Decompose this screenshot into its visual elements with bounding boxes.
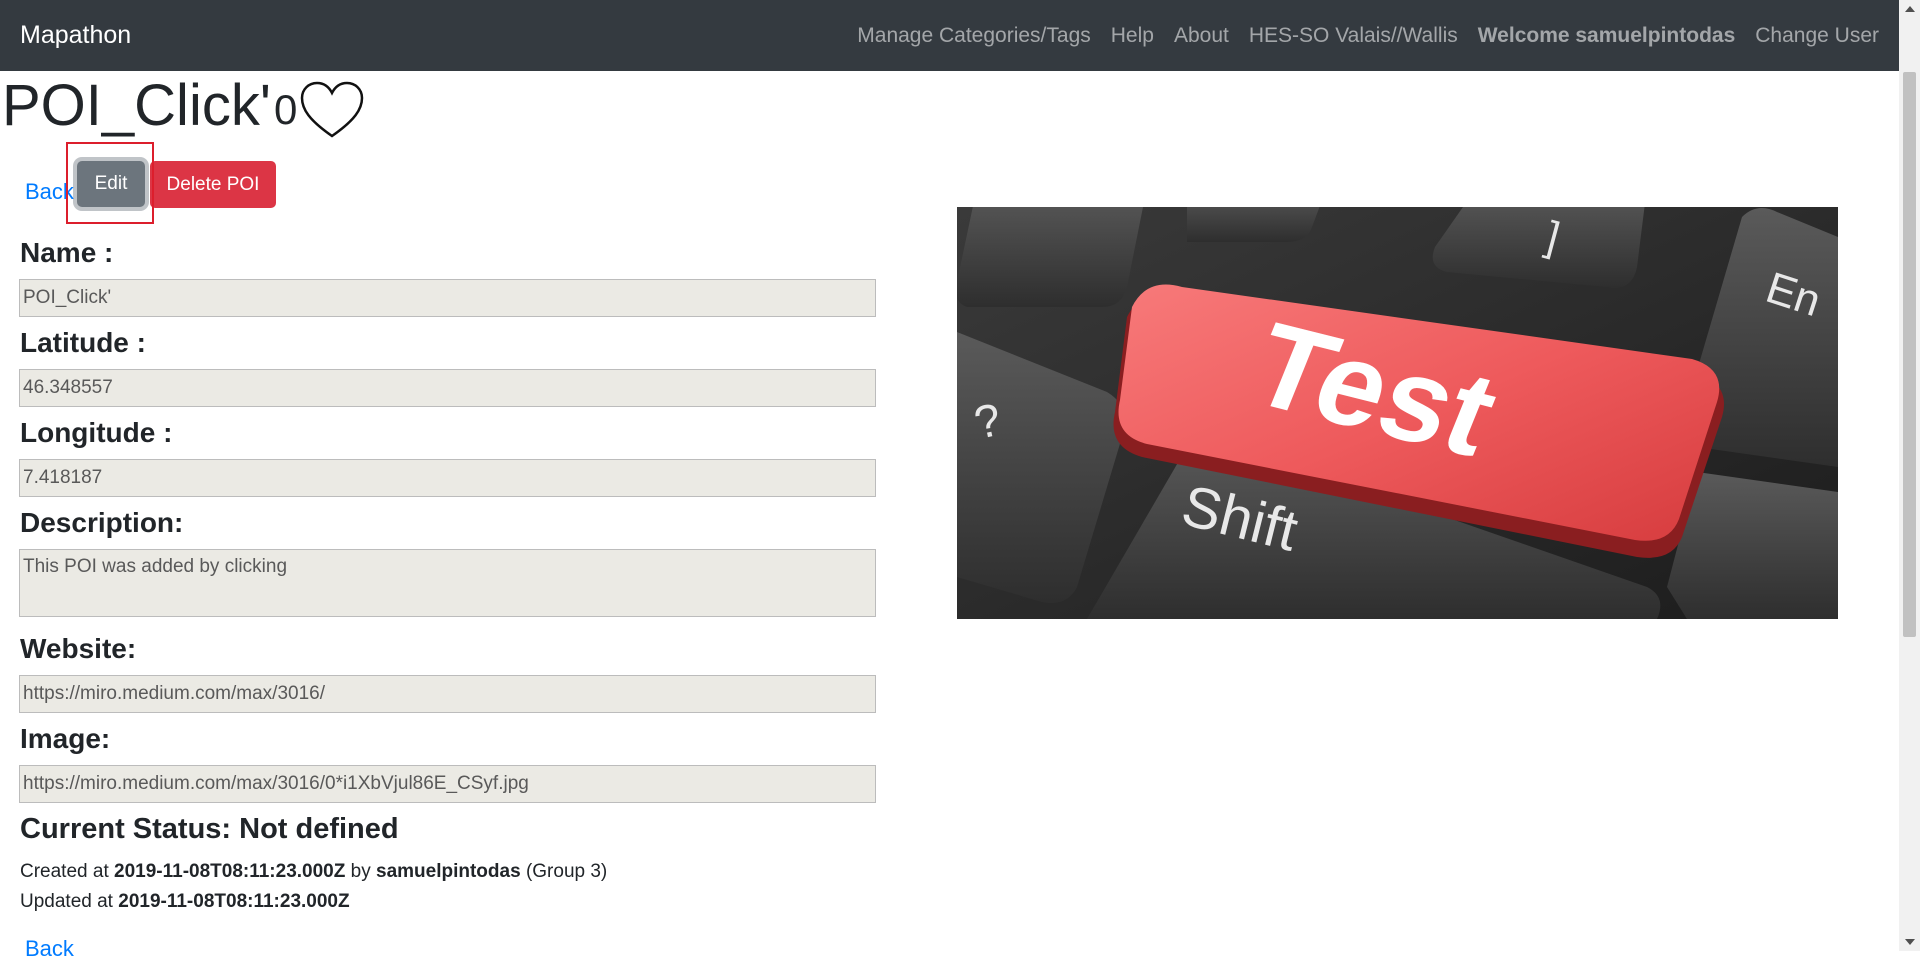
page-scrollbar[interactable] bbox=[1899, 0, 1920, 951]
latitude-label: Latitude : bbox=[20, 327, 146, 358]
delete-poi-button[interactable]: Delete POI bbox=[150, 161, 276, 208]
nav-link-help[interactable]: Help bbox=[1111, 24, 1154, 48]
updated-prefix: Updated at bbox=[20, 891, 113, 912]
creator-group: (Group 3) bbox=[525, 861, 608, 882]
scroll-down-arrow-icon[interactable] bbox=[1899, 933, 1920, 951]
welcome-user-text: Welcome samuelpintodas bbox=[1477, 23, 1736, 47]
page-title: POI_Click' bbox=[2, 73, 271, 138]
image-label: Image: bbox=[20, 723, 111, 754]
created-date: 2019-11-08T08:11:23.000Z bbox=[114, 861, 346, 882]
name-label: Name : bbox=[20, 237, 114, 268]
navbar-brand[interactable]: Mapathon bbox=[20, 21, 131, 50]
updated-info: Updated at 2019-11-08T08:11:23.000Z bbox=[20, 890, 350, 914]
created-by-word: by bbox=[350, 861, 371, 882]
nav-link-hes-so[interactable]: HES-SO Valais//Wallis bbox=[1249, 24, 1458, 48]
created-prefix: Created at bbox=[20, 861, 109, 882]
back-link-bottom[interactable]: Back bbox=[25, 935, 74, 963]
longitude-label: Longitude : bbox=[20, 417, 173, 448]
website-label: Website: bbox=[20, 633, 137, 664]
created-info: Created at 2019-11-08T08:11:23.000Z by s… bbox=[20, 860, 607, 884]
scroll-up-arrow-icon[interactable] bbox=[1899, 0, 1920, 18]
scrollbar-thumb[interactable] bbox=[1903, 72, 1916, 637]
nav-link-change-user[interactable]: Change User bbox=[1755, 24, 1879, 48]
description-label: Description: bbox=[20, 507, 184, 538]
name-field[interactable] bbox=[19, 279, 876, 317]
longitude-field[interactable] bbox=[19, 459, 876, 497]
nav-link-about[interactable]: About bbox=[1174, 24, 1229, 48]
keyboard-test-image: Test Shift ? En ] bbox=[957, 207, 1838, 619]
updated-date: 2019-11-08T08:11:23.000Z bbox=[118, 891, 350, 912]
image-url-field[interactable] bbox=[19, 765, 876, 803]
edit-highlight-box bbox=[66, 142, 154, 224]
like-count: 0 bbox=[274, 86, 298, 133]
creator-name: samuelpintodas bbox=[376, 861, 521, 882]
description-field[interactable]: This POI was added by clicking bbox=[19, 549, 876, 617]
current-status: Current Status: Not defined bbox=[20, 813, 399, 845]
top-navbar: Mapathon Manage Categories/Tags Help Abo… bbox=[0, 0, 1899, 71]
heart-outline-icon[interactable] bbox=[299, 80, 365, 140]
latitude-field[interactable] bbox=[19, 369, 876, 407]
poi-image: Test Shift ? En ] bbox=[957, 207, 1838, 619]
nav-link-manage-categories[interactable]: Manage Categories/Tags bbox=[857, 24, 1090, 48]
website-field[interactable] bbox=[19, 675, 876, 713]
like-counter: 0 bbox=[274, 80, 365, 140]
